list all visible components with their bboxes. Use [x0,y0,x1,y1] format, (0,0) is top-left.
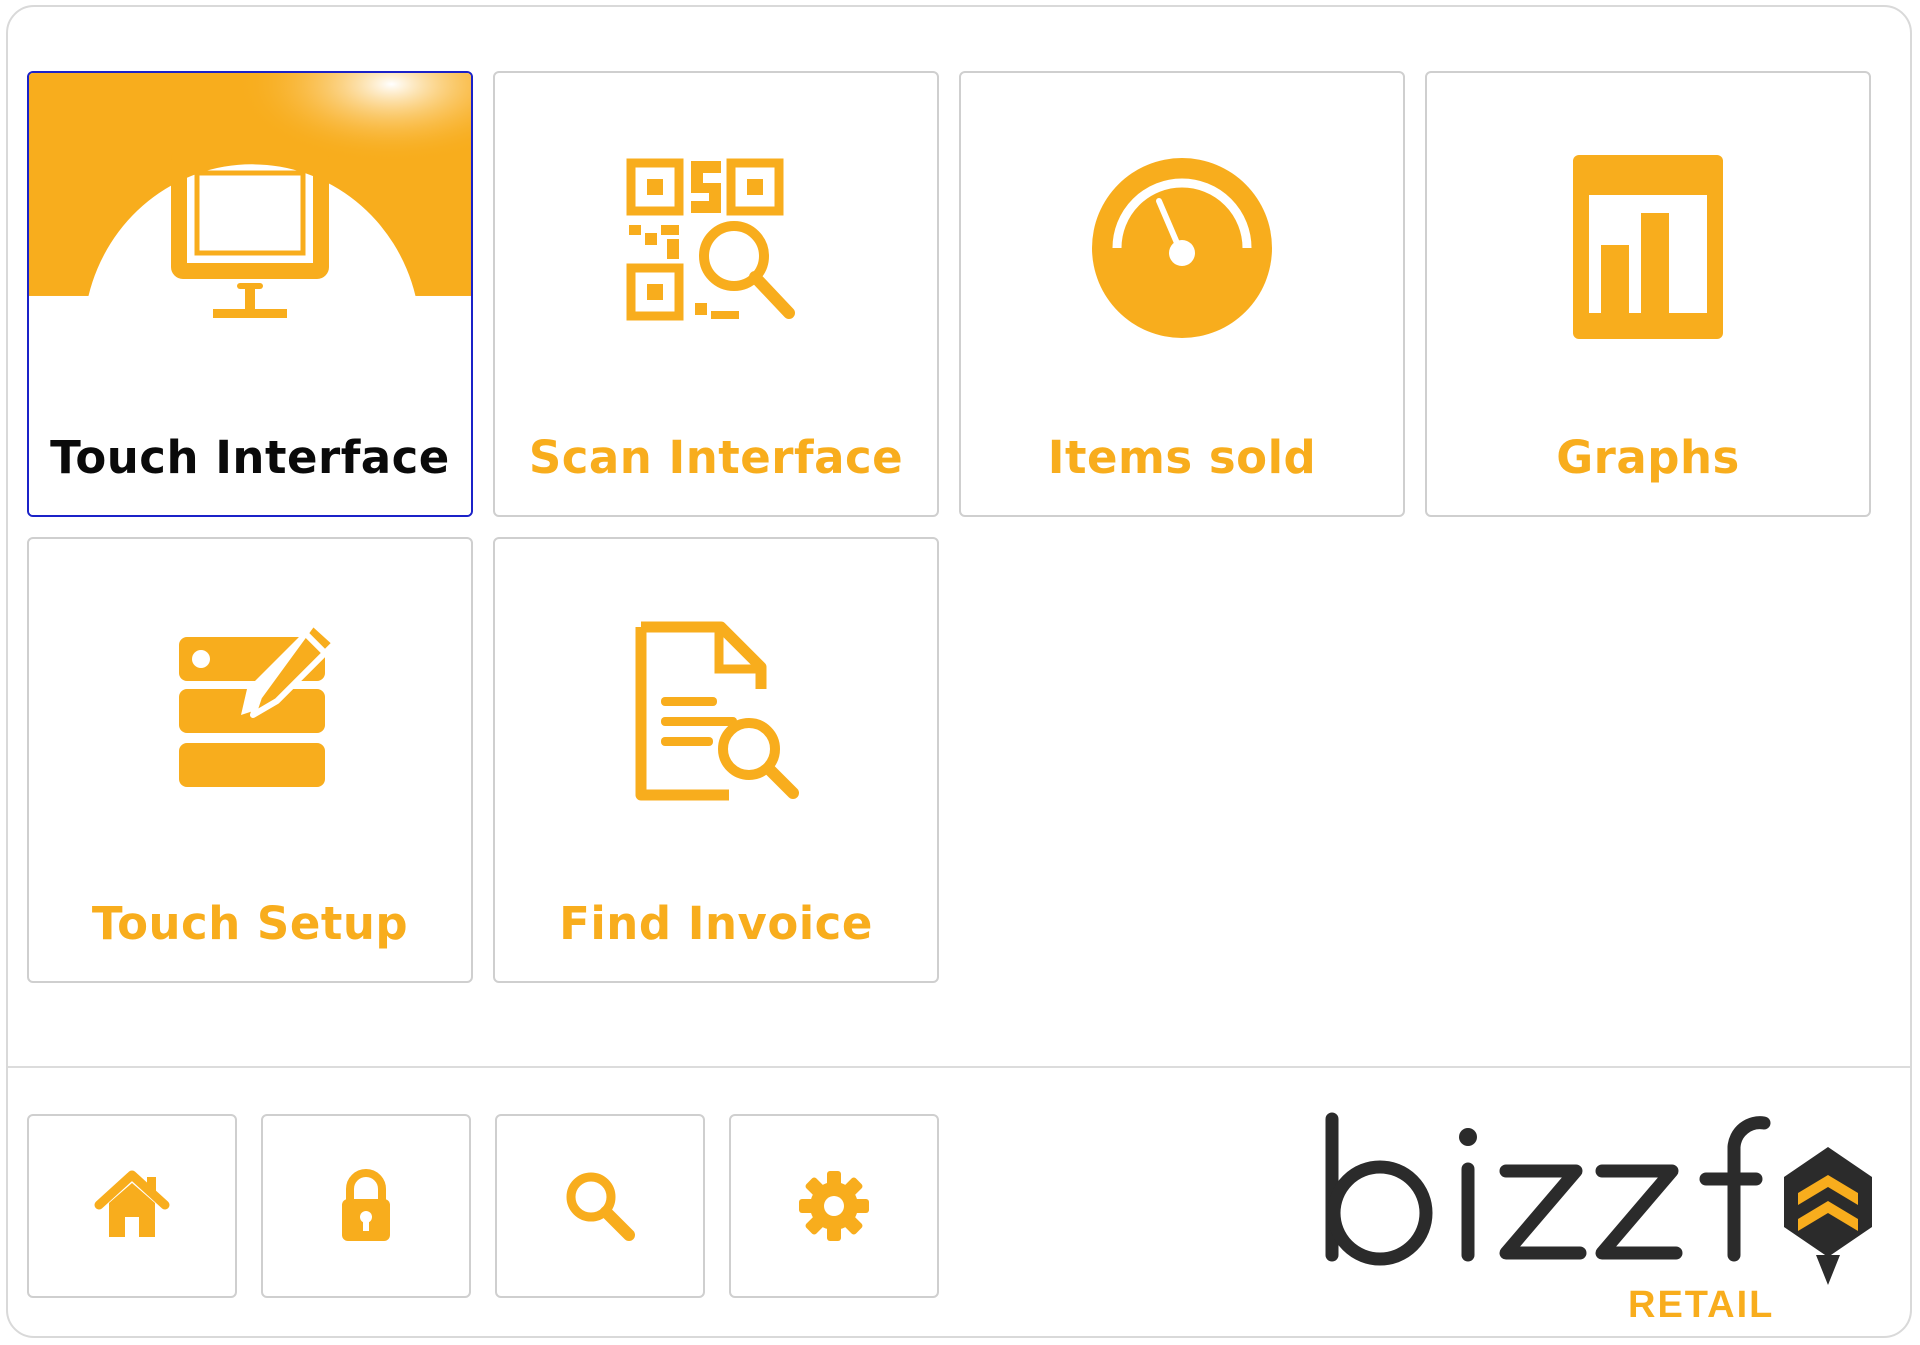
tile-label: Scan Interface [528,431,904,484]
tile-label: Touch Interface [50,431,450,484]
search-icon [566,1172,635,1241]
qr-search-icon [626,158,795,321]
database-edit-icon [179,620,338,787]
tile-items-sold[interactable]: Items sold [959,71,1405,517]
tile-label: Touch Setup [91,897,409,950]
tile-graphs[interactable]: Graphs [1425,71,1871,517]
settings-button[interactable] [729,1114,939,1298]
home-icon [94,1170,170,1237]
tile-label: Graphs [1556,431,1740,484]
home-button[interactable] [27,1114,237,1298]
lock-icon [342,1169,390,1241]
brand-tagline: RETAIL [1628,1284,1775,1326]
tile-label: Items sold [1047,431,1317,484]
tile-touch-setup[interactable]: Touch Setup [27,537,473,983]
search-button[interactable] [495,1114,705,1298]
bizzfo-logo: bizzfo [1325,1112,1872,1285]
app-window: Touch Interface Scan Interface Items sol… [6,5,1912,1338]
tile-label: Find Invoice [559,897,873,950]
lock-button[interactable] [261,1114,471,1298]
toolbar-divider [8,1066,1910,1068]
tile-scan-interface[interactable]: Scan Interface [493,71,939,517]
document-search-icon [635,621,799,801]
bar-chart-icon [1573,155,1723,339]
gauge-icon [1092,158,1272,338]
tile-touch-interface[interactable]: Touch Interface [27,71,473,517]
bee-badge [1784,1147,1872,1285]
monitor-icon [171,153,329,318]
gear-icon [799,1171,869,1241]
tile-find-invoice[interactable]: Find Invoice [493,537,939,983]
